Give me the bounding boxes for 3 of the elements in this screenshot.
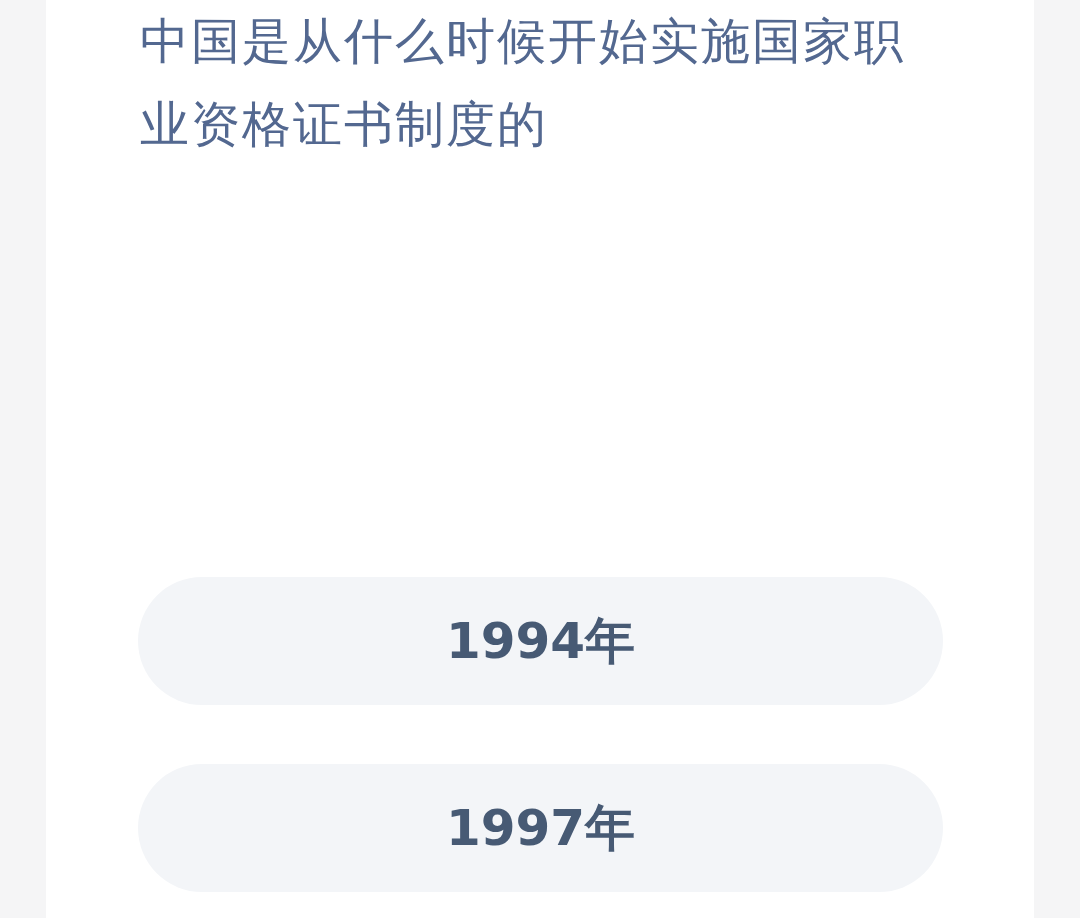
answer-option[interactable]: 1997年 (138, 764, 943, 892)
question-text: 中国是从什么时候开始实施国家职业资格证书制度的 (140, 12, 906, 155)
answer-option[interactable]: 1994年 (138, 577, 943, 705)
